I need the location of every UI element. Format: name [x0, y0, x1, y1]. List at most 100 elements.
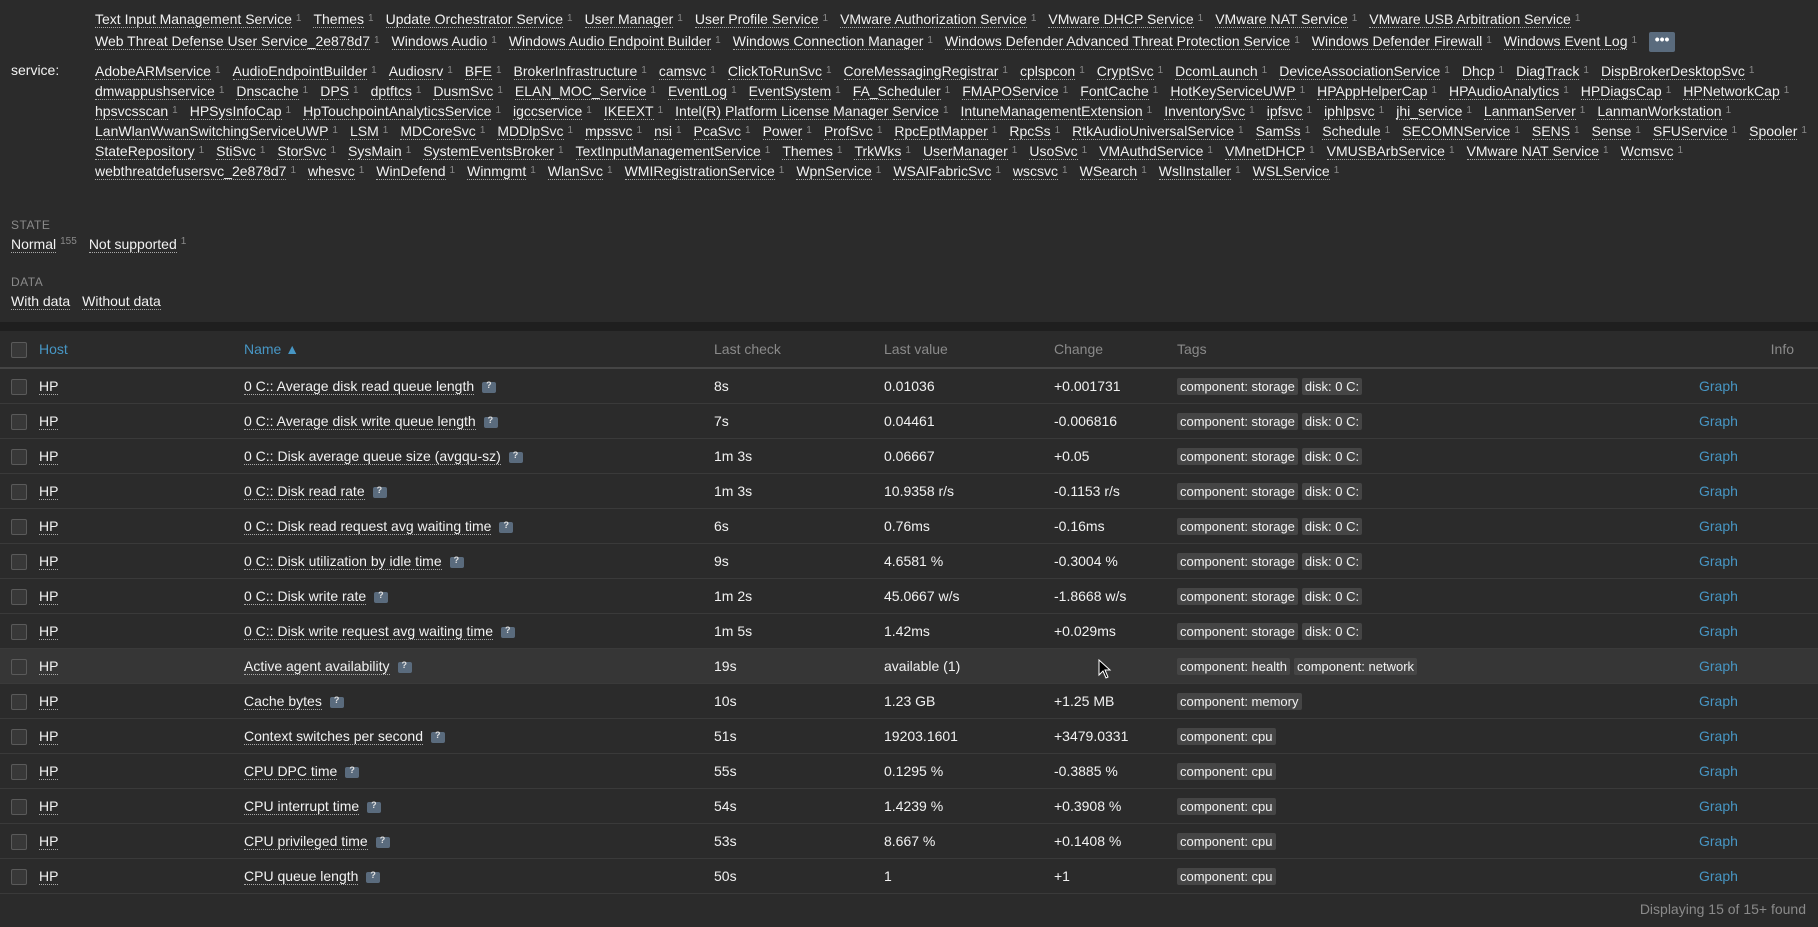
- filter-tag-item[interactable]: jhi_service 1: [1396, 103, 1472, 120]
- filter-tag-item[interactable]: WslInstaller 1: [1158, 163, 1241, 180]
- graph-link[interactable]: Graph: [1699, 798, 1738, 814]
- filter-tag-item[interactable]: HPAudioAnalytics 1: [1448, 83, 1569, 100]
- graph-link[interactable]: Graph: [1699, 588, 1738, 604]
- filter-tag-label[interactable]: Themes: [313, 11, 365, 28]
- filter-tag-item[interactable]: VMAuthdService 1: [1099, 143, 1213, 160]
- data-filter-item[interactable]: With data: [11, 293, 71, 310]
- tag-badge[interactable]: component: storage: [1177, 587, 1298, 605]
- filter-tag-item[interactable]: HPAppHelperCap 1: [1317, 83, 1437, 100]
- filter-tag-label[interactable]: cplspcon: [1019, 63, 1076, 80]
- filter-tag-item[interactable]: Update Orchestrator Service 1: [385, 11, 573, 28]
- filter-tag-item[interactable]: HPNetworkCap 1: [1683, 83, 1789, 100]
- row-checkbox[interactable]: [11, 763, 27, 780]
- tag-badge[interactable]: disk: 0 C:: [1301, 482, 1363, 500]
- filter-tag-label[interactable]: SECOMNService: [1402, 123, 1511, 140]
- filter-tag-label[interactable]: Windows Defender Firewall: [1311, 33, 1483, 50]
- tag-badge[interactable]: component: cpu: [1177, 727, 1276, 745]
- host-link[interactable]: HP: [39, 623, 59, 640]
- filter-tag-label[interactable]: WinDefend: [376, 163, 446, 180]
- filter-tag-item[interactable]: Dhcp 1: [1461, 63, 1504, 80]
- tag-badge[interactable]: disk: 0 C:: [1301, 622, 1363, 640]
- filter-tag-item[interactable]: Windows Audio 1: [391, 33, 497, 50]
- filter-tag-item[interactable]: WSLService 1: [1252, 163, 1339, 180]
- show-more-button[interactable]: •••: [1649, 32, 1676, 53]
- filter-tag-item[interactable]: VMware DHCP Service 1: [1048, 11, 1203, 28]
- tag-badge[interactable]: component: storage: [1177, 412, 1298, 430]
- filter-tag-label[interactable]: HPSysInfoCap: [189, 103, 282, 120]
- row-checkbox[interactable]: [11, 588, 27, 605]
- host-link[interactable]: HP: [39, 658, 59, 675]
- filter-tag-label[interactable]: DusmSvc: [433, 83, 494, 100]
- filter-tag-label[interactable]: Windows Event Log: [1503, 33, 1628, 50]
- graph-link[interactable]: Graph: [1699, 623, 1738, 639]
- item-name-link[interactable]: CPU queue length: [244, 868, 359, 885]
- filter-tag-item[interactable]: DispBrokerDesktopSvc 1: [1600, 63, 1754, 80]
- tag-badge[interactable]: disk: 0 C:: [1301, 552, 1363, 570]
- filter-tag-item[interactable]: camsvc 1: [658, 63, 716, 80]
- filter-tag-label[interactable]: mpssvc: [585, 123, 633, 140]
- filter-tag-label[interactable]: Audiosrv: [388, 63, 444, 80]
- filter-tag-label[interactable]: LanmanServer: [1483, 103, 1576, 120]
- host-column-header[interactable]: Host: [39, 331, 244, 369]
- filter-tag-item[interactable]: DusmSvc 1: [433, 83, 503, 100]
- tag-badge[interactable]: disk: 0 C:: [1301, 517, 1363, 535]
- description-icon[interactable]: [329, 695, 344, 708]
- filter-tag-item[interactable]: VMnetDHCP 1: [1224, 143, 1315, 160]
- filter-tag-label[interactable]: DeviceAssociationService: [1279, 63, 1441, 80]
- data-filter-label[interactable]: Without data: [82, 293, 161, 310]
- filter-tag-label[interactable]: CoreMessagingRegistrar: [843, 63, 999, 80]
- description-icon[interactable]: [345, 765, 360, 778]
- filter-tag-label[interactable]: PcaSvc: [693, 123, 742, 140]
- host-link[interactable]: HP: [39, 413, 59, 430]
- row-checkbox[interactable]: [11, 833, 27, 850]
- description-icon[interactable]: [375, 835, 390, 848]
- tag-badge[interactable]: component: health: [1177, 657, 1290, 675]
- description-icon[interactable]: [372, 485, 387, 498]
- tag-badge[interactable]: disk: 0 C:: [1301, 587, 1363, 605]
- description-icon[interactable]: [449, 555, 464, 568]
- filter-tag-item[interactable]: Dnscache 1: [236, 83, 308, 100]
- graph-link[interactable]: Graph: [1699, 728, 1738, 744]
- filter-tag-item[interactable]: Normal 155: [11, 236, 77, 253]
- filter-tag-label[interactable]: MDCoreSvc: [400, 123, 476, 140]
- filter-tag-label[interactable]: FontCache: [1080, 83, 1149, 100]
- filter-tag-item[interactable]: mpssvc 1: [585, 123, 642, 140]
- graph-link[interactable]: Graph: [1699, 378, 1738, 394]
- filter-tag-label[interactable]: Schedule: [1322, 123, 1381, 140]
- filter-tag-label[interactable]: WSearch: [1079, 163, 1138, 180]
- filter-tag-item[interactable]: hpsvcsscan 1: [95, 103, 178, 120]
- filter-tag-label[interactable]: HotKeyServiceUWP: [1170, 83, 1296, 100]
- filter-tag-item[interactable]: CryptSvc 1: [1096, 63, 1163, 80]
- filter-tag-item[interactable]: WinDefend 1: [376, 163, 455, 180]
- host-link[interactable]: HP: [39, 483, 59, 500]
- host-link[interactable]: HP: [39, 693, 59, 710]
- select-all-checkbox[interactable]: [11, 341, 27, 358]
- filter-tag-item[interactable]: DcomLaunch 1: [1175, 63, 1267, 80]
- filter-tag-label[interactable]: whesvc: [308, 163, 355, 180]
- item-name-link[interactable]: CPU privileged time: [244, 833, 368, 850]
- filter-tag-item[interactable]: ELAN_MOC_Service 1: [514, 83, 656, 100]
- filter-tag-label[interactable]: WlanSvc: [547, 163, 604, 180]
- tag-badge[interactable]: component: memory: [1177, 692, 1302, 710]
- data-filter-item[interactable]: Without data: [82, 293, 161, 310]
- filter-tag-item[interactable]: FA_Scheduler 1: [852, 83, 950, 100]
- filter-tag-label[interactable]: ELAN_MOC_Service: [514, 83, 647, 100]
- filter-tag-item[interactable]: BrokerInfrastructure 1: [513, 63, 647, 80]
- tag-badge[interactable]: disk: 0 C:: [1301, 447, 1363, 465]
- filter-tag-label[interactable]: Text Input Management Service: [95, 11, 292, 28]
- host-link[interactable]: HP: [39, 553, 59, 570]
- filter-tag-label[interactable]: BFE: [464, 63, 492, 80]
- item-name-link[interactable]: 0 C:: Disk average queue size (avgqu-sz): [244, 448, 501, 465]
- filter-tag-label[interactable]: VMware NAT Service: [1466, 143, 1600, 160]
- filter-tag-label[interactable]: Intel(R) Platform License Manager Servic…: [675, 103, 939, 120]
- description-icon[interactable]: [397, 660, 412, 673]
- filter-tag-label[interactable]: VMUSBArbService: [1326, 143, 1445, 160]
- filter-tag-label[interactable]: ClickToRunSvc: [727, 63, 822, 80]
- filter-tag-label[interactable]: User Profile Service: [694, 11, 819, 28]
- filter-tag-label[interactable]: TrkWks: [854, 143, 902, 160]
- filter-tag-label[interactable]: Web Threat Defense User Service_2e878d7: [95, 33, 370, 50]
- filter-tag-label[interactable]: UserManager: [922, 143, 1008, 160]
- filter-tag-item[interactable]: PcaSvc 1: [693, 123, 751, 140]
- graph-link[interactable]: Graph: [1699, 553, 1738, 569]
- filter-tag-item[interactable]: CoreMessagingRegistrar 1: [843, 63, 1008, 80]
